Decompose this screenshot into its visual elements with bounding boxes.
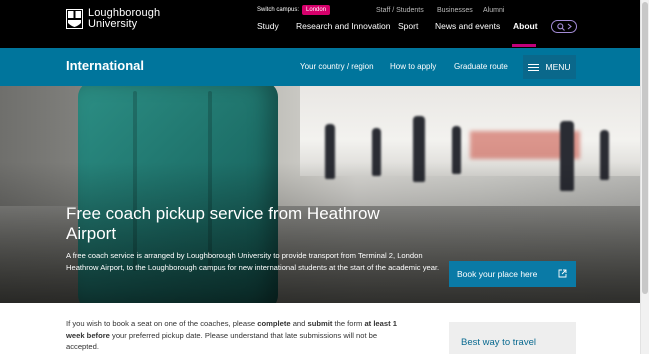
logo-line-2: University [88,18,138,30]
logo-wordmark: Loughborough University [88,8,160,30]
nav-sport[interactable]: Sport [398,21,418,31]
link-graduate-route[interactable]: Graduate route [454,62,508,71]
link-your-country-region[interactable]: Your country / region [300,62,374,71]
nav-research-innovation[interactable]: Research and Innovation [296,21,391,31]
switch-campus-label: Switch campus: [257,7,300,13]
nav-news-events[interactable]: News and events [435,21,500,31]
chevron-right-icon [567,23,572,30]
top-header: Loughborough University Switch campus: L… [0,0,649,48]
intro-paragraph: If you wish to book a seat on one of the… [66,319,397,351]
page-title: Free coach pickup service from Heathrow … [66,204,380,243]
hamburger-icon [528,63,540,71]
campus-switcher: Switch campus: London [257,5,331,15]
utility-link-staff-students[interactable]: Staff / Students [376,7,424,14]
crest-icon [66,9,83,29]
search-icon [556,22,565,31]
hero-banner: Free coach pickup service from Heathrow … [0,86,649,303]
scrollbar-thumb[interactable] [642,2,648,294]
book-place-label: Book your place here [457,269,538,279]
external-link-icon [558,269,567,278]
menu-label: MENU [545,62,571,72]
search-button[interactable] [551,20,577,33]
active-nav-indicator [512,44,536,47]
utility-link-alumni[interactable]: Alumni [483,7,504,14]
section-title[interactable]: International [66,58,144,73]
menu-button[interactable]: MENU [523,55,576,79]
sidebar-box: Best way to travel [449,322,576,354]
section-nav: International Your country / region How … [0,48,649,86]
nav-about[interactable]: About [513,21,538,31]
hero-description: A free coach service is arranged by Loug… [66,251,440,272]
nav-study[interactable]: Study [257,21,279,31]
sidebar-title: Best way to travel [461,337,536,348]
book-place-button[interactable]: Book your place here [449,261,576,287]
page-scrollbar[interactable] [640,0,649,354]
london-campus-button[interactable]: London [302,5,331,15]
utility-link-businesses[interactable]: Businesses [437,7,473,14]
university-logo[interactable]: Loughborough University [66,8,160,30]
link-how-to-apply[interactable]: How to apply [390,62,436,71]
